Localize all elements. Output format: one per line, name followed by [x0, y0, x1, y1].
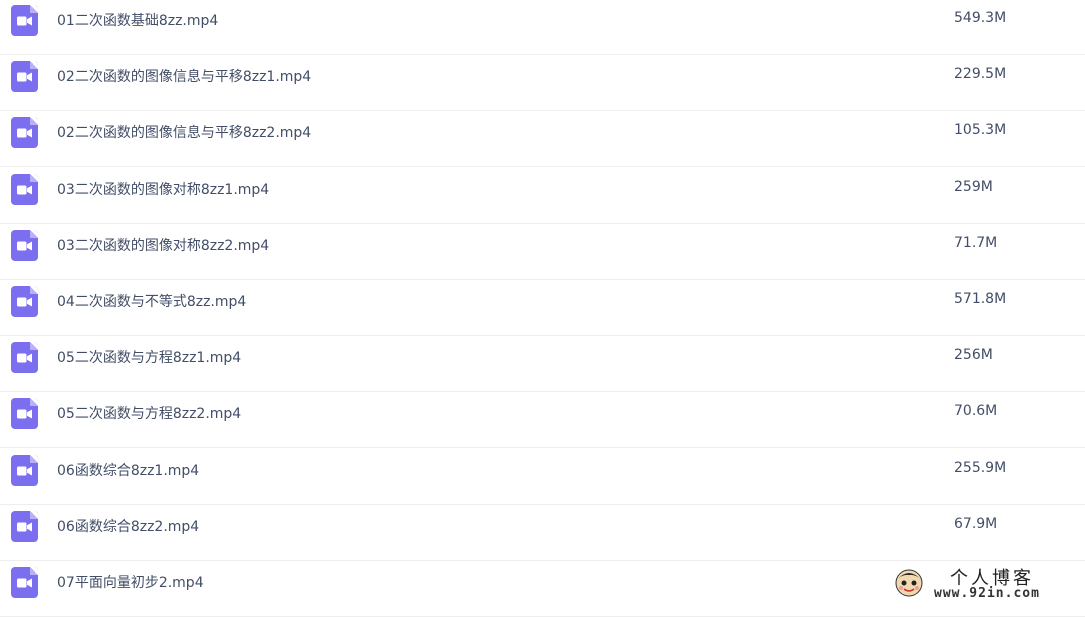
file-size: 256M: [954, 347, 993, 363]
watermark-url: www.92in.com: [934, 586, 1040, 601]
file-row[interactable]: 01二次函数基础8zz.mp4 549.3M: [0, 0, 1085, 55]
file-size: 105.3M: [954, 122, 1007, 138]
file-row[interactable]: 06函数综合8zz2.mp4 67.9M: [0, 505, 1085, 561]
video-file-icon: [11, 398, 38, 429]
file-row[interactable]: 02二次函数的图像信息与平移8zz1.mp4 229.5M: [0, 55, 1085, 111]
file-name[interactable]: 02二次函数的图像信息与平移8zz1.mp4: [57, 66, 311, 86]
file-size: 259M: [954, 179, 993, 195]
file-size: 549.3M: [954, 10, 1007, 26]
file-size: 255.9M: [954, 460, 1007, 476]
file-size: 70.6M: [954, 403, 998, 419]
file-size: 229.5M: [954, 66, 1007, 82]
video-file-icon: [11, 61, 38, 92]
avatar-icon: [895, 569, 923, 597]
file-name[interactable]: 05二次函数与方程8zz2.mp4: [57, 403, 241, 423]
video-file-icon: [11, 5, 38, 36]
watermark: 个人博客 www.92in.com: [890, 562, 1085, 605]
file-row[interactable]: 05二次函数与方程8zz2.mp4 70.6M: [0, 392, 1085, 448]
video-file-icon: [11, 567, 38, 598]
video-file-icon: [11, 511, 38, 542]
video-file-icon: [11, 117, 38, 148]
file-size: 71.7M: [954, 235, 998, 251]
file-row[interactable]: 05二次函数与方程8zz1.mp4 256M: [0, 336, 1085, 392]
file-name[interactable]: 01二次函数基础8zz.mp4: [57, 10, 218, 30]
file-row[interactable]: 03二次函数的图像对称8zz1.mp4 259M: [0, 168, 1085, 224]
file-name[interactable]: 06函数综合8zz2.mp4: [57, 516, 199, 536]
video-file-icon: [11, 342, 38, 373]
file-name[interactable]: 03二次函数的图像对称8zz1.mp4: [57, 179, 269, 199]
file-list: 01二次函数基础8zz.mp4 549.3M 02二次函数的图像信息与平移8zz1.…: [0, 0, 1085, 617]
video-file-icon: [11, 286, 38, 317]
file-row[interactable]: 06函数综合8zz1.mp4 255.9M: [0, 449, 1085, 505]
video-file-icon: [11, 230, 38, 261]
file-row[interactable]: 03二次函数的图像对称8zz2.mp4 71.7M: [0, 224, 1085, 280]
file-name[interactable]: 03二次函数的图像对称8zz2.mp4: [57, 235, 269, 255]
file-name[interactable]: 05二次函数与方程8zz1.mp4: [57, 347, 241, 367]
file-size: 67.9M: [954, 516, 998, 532]
file-size: 571.8M: [954, 291, 1007, 307]
file-name[interactable]: 06函数综合8zz1.mp4: [57, 460, 199, 480]
file-row[interactable]: 02二次函数的图像信息与平移8zz2.mp4 105.3M: [0, 111, 1085, 167]
file-row[interactable]: 04二次函数与不等式8zz.mp4 571.8M: [0, 280, 1085, 336]
file-name[interactable]: 04二次函数与不等式8zz.mp4: [57, 291, 246, 311]
video-file-icon: [11, 174, 38, 205]
file-name[interactable]: 07平面向量初步2.mp4: [57, 572, 204, 592]
video-file-icon: [11, 455, 38, 486]
file-name[interactable]: 02二次函数的图像信息与平移8zz2.mp4: [57, 122, 311, 142]
